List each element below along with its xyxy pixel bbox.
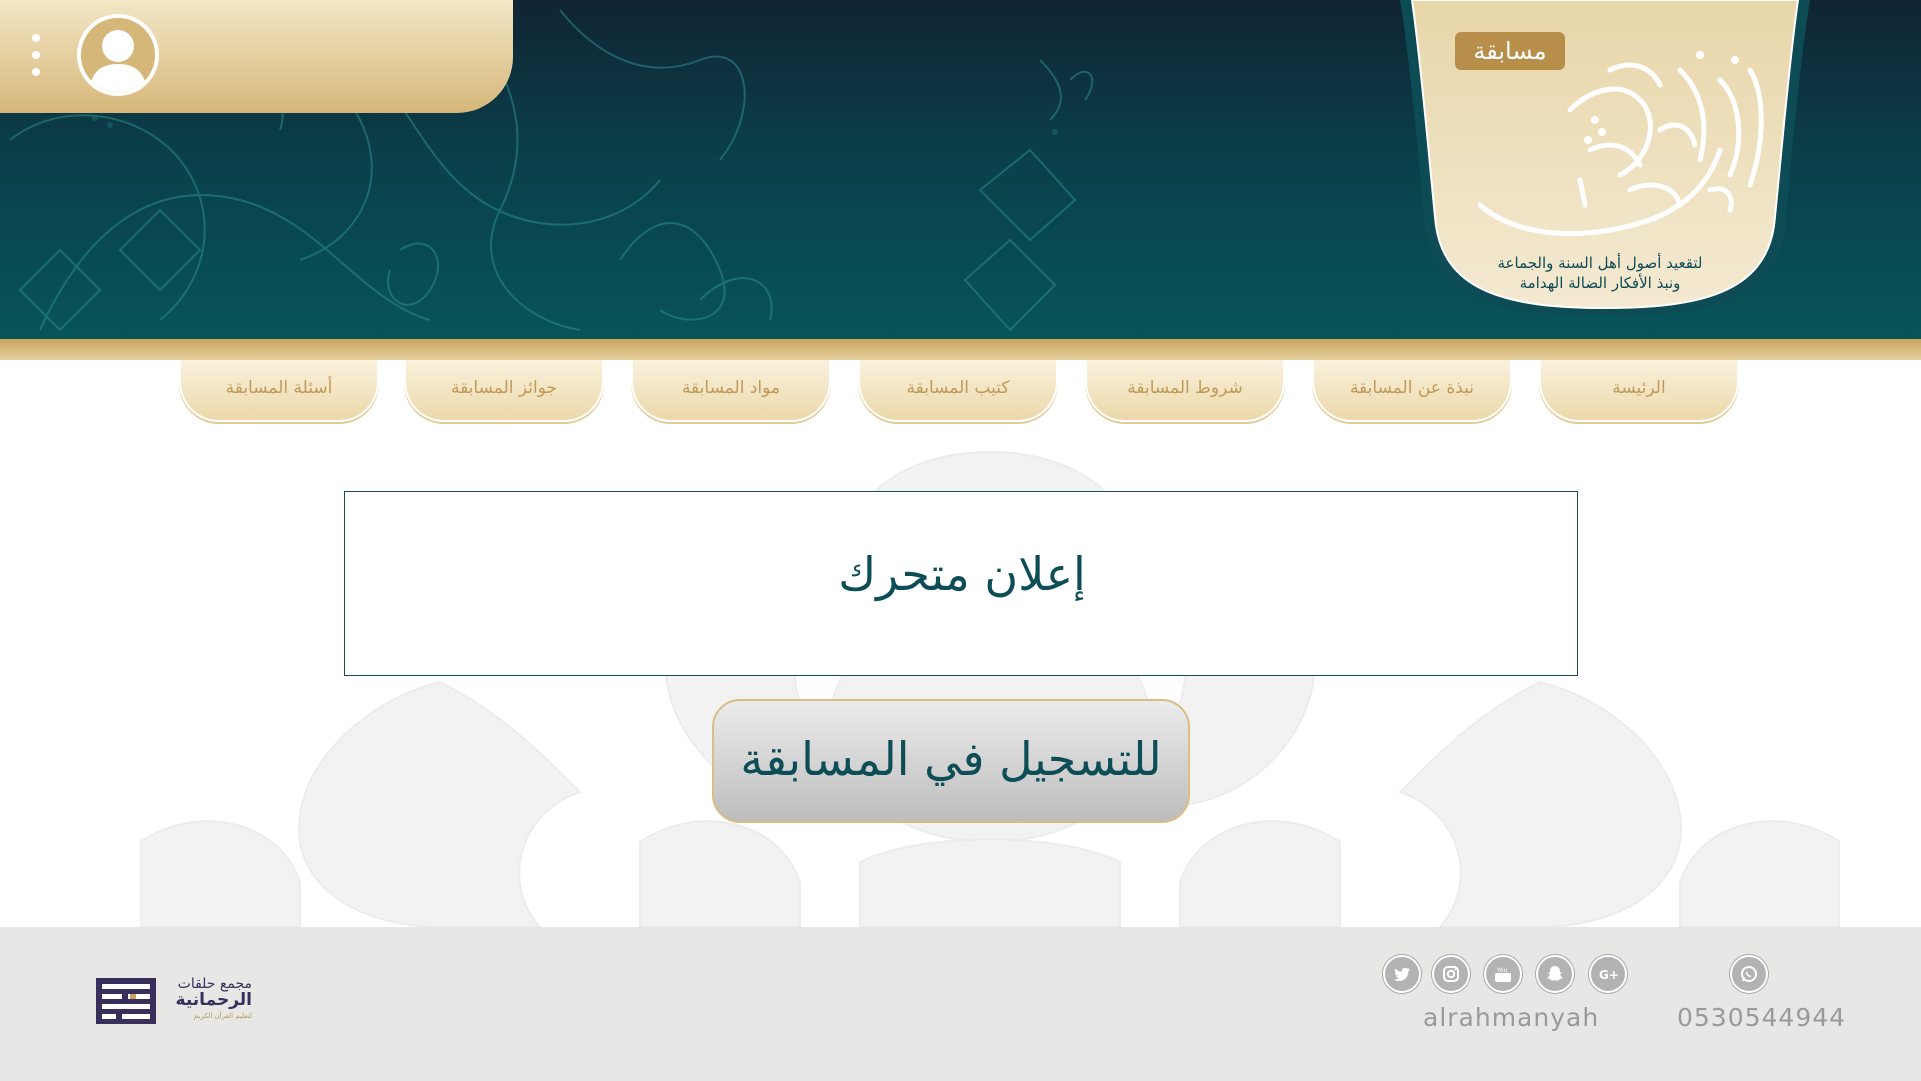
whatsapp-number[interactable]: 0530544944 — [1677, 1003, 1846, 1032]
tagline-line-1: لتقعيد أصول أهل السنة والجماعة — [1497, 254, 1703, 272]
logo-tagline: لتقعيد أصول أهل السنة والجماعة ونبذ الأف… — [1470, 253, 1730, 293]
youtube-icon[interactable]: You — [1484, 955, 1522, 993]
nav-item-booklet[interactable]: كتيب المسابقة — [858, 360, 1058, 422]
site-header: مسابقة لتقعيد أصول أهل السنة والجماعة ون… — [0, 0, 1921, 339]
ad-text: إعلان متحرك — [838, 547, 1086, 601]
social-handle[interactable]: alrahmanyah — [1423, 1003, 1599, 1032]
header-gold-band — [0, 339, 1921, 360]
user-avatar-icon[interactable] — [77, 14, 159, 96]
competition-badge: مسابقة — [1455, 32, 1565, 70]
snapchat-icon[interactable] — [1536, 955, 1574, 993]
main-nav: الرئيسة نبذة عن المسابقة شروط المسابقة ك… — [0, 360, 1921, 422]
nav-item-materials[interactable]: مواد المسابقة — [631, 360, 831, 422]
organization-subtitle: لتعليم القرآن الكريم — [193, 1012, 252, 1020]
register-button[interactable]: للتسجيل في المسابقة — [712, 699, 1190, 823]
google-plus-icon[interactable]: G+ — [1589, 955, 1627, 993]
nav-item-conditions[interactable]: شروط المسابقة — [1085, 360, 1285, 422]
user-bar — [0, 0, 513, 113]
twitter-icon[interactable] — [1383, 955, 1421, 993]
organization-name: مجمع حلقات الرحمانية — [166, 976, 252, 1010]
animated-ad-box: إعلان متحرك — [344, 491, 1578, 676]
kebab-menu-icon[interactable] — [28, 34, 44, 78]
instagram-icon[interactable] — [1432, 955, 1470, 993]
nav-item-home[interactable]: الرئيسة — [1539, 360, 1739, 422]
svg-text:G+: G+ — [1599, 968, 1618, 982]
nav-item-questions[interactable]: أسئلة المسابقة — [179, 360, 379, 422]
organization-name-line-2: الرحمانية — [175, 990, 252, 1010]
whatsapp-icon[interactable] — [1730, 955, 1768, 993]
site-footer — [0, 927, 1921, 1081]
nav-item-about[interactable]: نبذة عن المسابقة — [1312, 360, 1512, 422]
svg-text:You: You — [1496, 967, 1508, 974]
nav-item-prizes[interactable]: جوائز المسابقة — [404, 360, 604, 422]
tagline-line-2: ونبذ الأفكار الضالة الهدامة — [1519, 274, 1681, 292]
